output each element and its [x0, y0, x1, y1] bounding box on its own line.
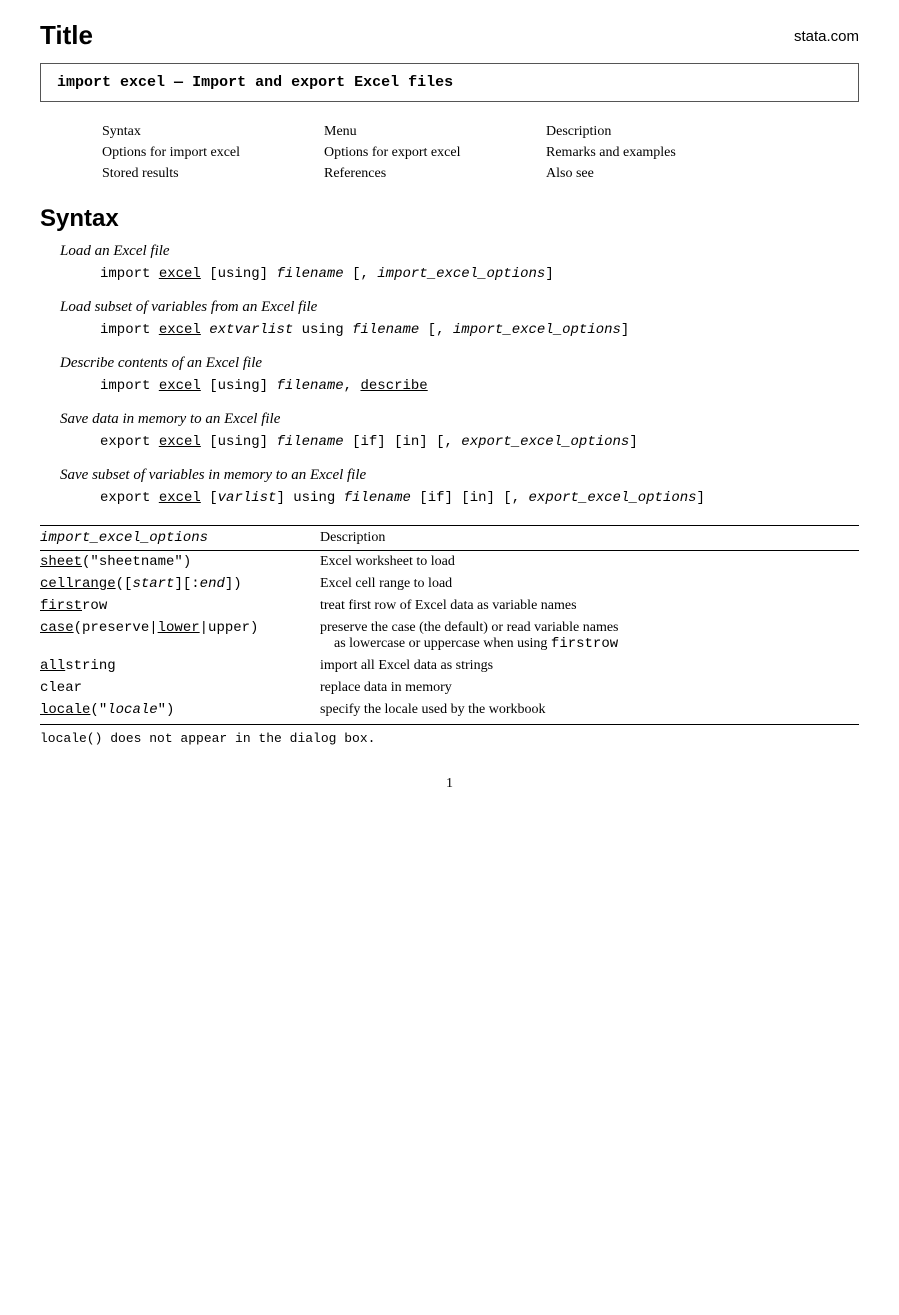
table-row: allstring import all Excel data as strin…	[40, 655, 859, 677]
page-title: Title	[40, 20, 93, 51]
nav-remarks[interactable]: Remarks and examples	[546, 145, 676, 160]
nav-menu[interactable]: Menu	[324, 124, 357, 139]
desc-firstrow: treat first row of Excel data as variabl…	[320, 595, 859, 617]
description-col-header: Description	[320, 526, 859, 551]
command-description: Import and export Excel files	[192, 74, 453, 91]
site-label: stata.com	[794, 20, 859, 45]
desc-allstring: import all Excel data as strings	[320, 655, 859, 677]
syntax-desc-4: Save data in memory to an Excel file	[60, 411, 859, 428]
option-allstring: allstring	[40, 655, 320, 677]
desc-locale: specify the locale used by the workbook	[320, 699, 859, 725]
table-row: cellrange([start][:end]) Excel cell rang…	[40, 573, 859, 595]
table-row: clear replace data in memory	[40, 677, 859, 699]
table-row: sheet("sheetname") Excel worksheet to lo…	[40, 551, 859, 574]
option-clear: clear	[40, 677, 320, 699]
footnote: locale() does not appear in the dialog b…	[40, 731, 859, 746]
nav-table: Syntax Menu Description Options for impo…	[100, 120, 768, 185]
table-row: firstrow treat first row of Excel data a…	[40, 595, 859, 617]
syntax-desc-3: Describe contents of an Excel file	[60, 355, 859, 372]
syntax-line-5: export excel [varlist] using filename [i…	[100, 488, 859, 509]
syntax-block-5: Save subset of variables in memory to an…	[40, 467, 859, 509]
option-sheet: sheet("sheetname")	[40, 551, 320, 574]
command-box: import excel — Import and export Excel f…	[40, 63, 859, 102]
command-name: import excel	[57, 74, 165, 91]
nav-description[interactable]: Description	[546, 124, 611, 139]
nav-options-import[interactable]: Options for import excel	[102, 145, 240, 160]
syntax-desc-1: Load an Excel file	[60, 243, 859, 260]
desc-cellrange: Excel cell range to load	[320, 573, 859, 595]
page-number: 1	[40, 776, 859, 792]
options-col-header: import_excel_options	[40, 526, 320, 551]
desc-clear: replace data in memory	[320, 677, 859, 699]
nav-syntax[interactable]: Syntax	[102, 124, 141, 139]
syntax-section-title: Syntax	[40, 205, 859, 233]
syntax-desc-2: Load subset of variables from an Excel f…	[60, 299, 859, 316]
syntax-block-4: Save data in memory to an Excel file exp…	[40, 411, 859, 453]
syntax-line-3: import excel [using] filename, describe	[100, 376, 859, 397]
desc-sheet: Excel worksheet to load	[320, 551, 859, 574]
option-locale: locale("locale")	[40, 699, 320, 725]
syntax-block-2: Load subset of variables from an Excel f…	[40, 299, 859, 341]
syntax-desc-5: Save subset of variables in memory to an…	[60, 467, 859, 484]
nav-also-see[interactable]: Also see	[546, 166, 594, 181]
nav-options-export[interactable]: Options for export excel	[324, 145, 460, 160]
option-cellrange: cellrange([start][:end])	[40, 573, 320, 595]
syntax-block-3: Describe contents of an Excel file impor…	[40, 355, 859, 397]
syntax-block-1: Load an Excel file import excel [using] …	[40, 243, 859, 285]
syntax-line-4: export excel [using] filename [if] [in] …	[100, 432, 859, 453]
command-dash: —	[174, 74, 192, 91]
page-header: Title stata.com	[40, 20, 859, 51]
desc-case: preserve the case (the default) or read …	[320, 617, 859, 655]
syntax-line-2: import excel extvarlist using filename […	[100, 320, 859, 341]
options-table: import_excel_options Description sheet("…	[40, 525, 859, 725]
syntax-line-1: import excel [using] filename [, import_…	[100, 264, 859, 285]
option-case: case(preserve|lower|upper)	[40, 617, 320, 655]
option-firstrow: firstrow	[40, 595, 320, 617]
nav-references[interactable]: References	[324, 166, 386, 181]
table-row: locale("locale") specify the locale used…	[40, 699, 859, 725]
table-row: case(preserve|lower|upper) preserve the …	[40, 617, 859, 655]
nav-stored-results[interactable]: Stored results	[102, 166, 179, 181]
